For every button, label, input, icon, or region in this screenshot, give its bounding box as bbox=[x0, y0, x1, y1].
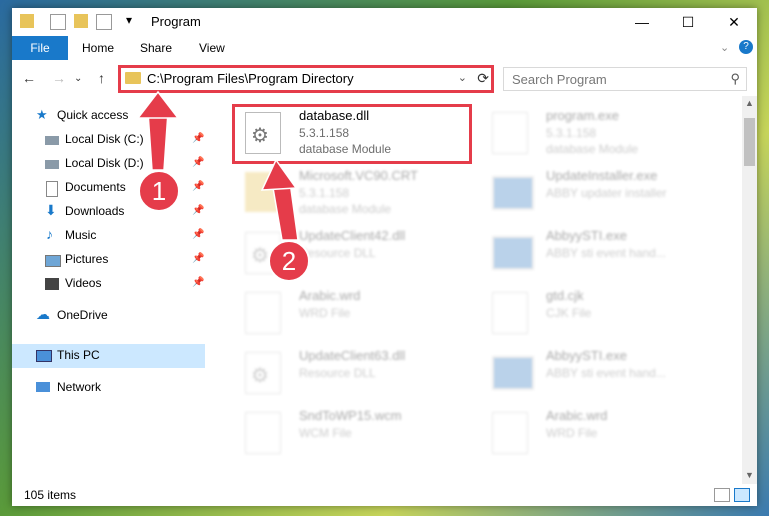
callout-step-1: 1 bbox=[138, 170, 180, 212]
annotation-arrows bbox=[136, 90, 299, 241]
callout-step-2: 2 bbox=[268, 240, 310, 282]
